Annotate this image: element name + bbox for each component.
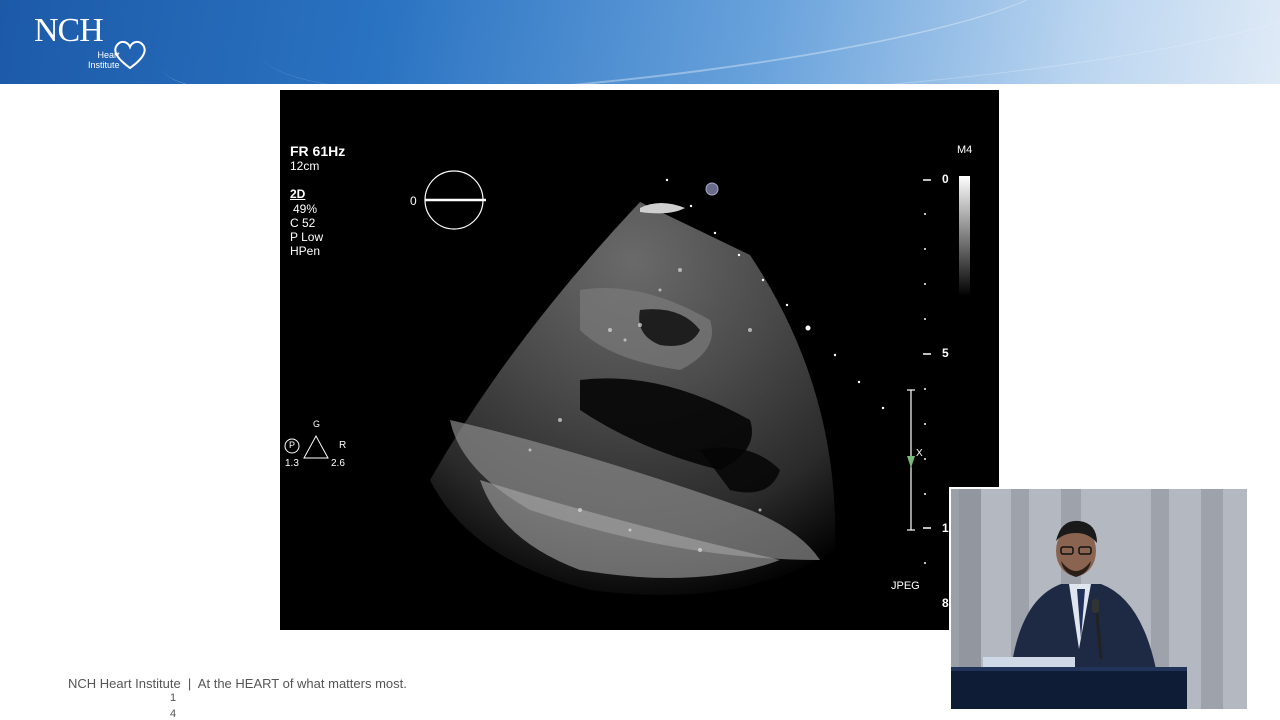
header-banner: NCH Heart Institute	[0, 0, 1280, 84]
probe-label: M4	[957, 144, 973, 156]
logo-text: NCH	[34, 12, 104, 49]
power-label: P Low	[290, 230, 324, 244]
nch-logo: NCH Heart Institute	[30, 12, 160, 74]
speaker-scene	[951, 489, 1247, 709]
probe-marker-icon	[705, 182, 719, 196]
orientation-icon	[303, 434, 329, 459]
grayscale-bar	[959, 176, 970, 296]
depth-label: 12cm	[290, 159, 320, 173]
scale-5: 5	[942, 346, 949, 360]
page-number-line1: 1	[170, 692, 177, 704]
speaker-video	[949, 487, 1249, 711]
orientation-top: G	[313, 419, 321, 429]
page-number-line2: 4	[170, 708, 177, 720]
microphone-icon	[1092, 599, 1099, 613]
scale-1: 1	[942, 521, 949, 535]
banner-swoosh-2	[256, 0, 1280, 84]
orientation-p: P	[289, 440, 296, 450]
logo-sub-heart: Heart	[97, 50, 120, 60]
focus-marker-icon	[907, 456, 915, 468]
orientation-left: 1.3	[285, 458, 299, 469]
orientation-right: 2.6	[331, 458, 345, 469]
angle-value: 0	[410, 194, 417, 208]
footer-tagline: NCH Heart Institute | At the HEART of wh…	[68, 676, 407, 691]
orientation-r: R	[339, 440, 347, 451]
echocardiogram-image: FR 61Hz 12cm 2D 49% C 52 P Low HPen 0 M4…	[280, 90, 999, 630]
format-label: JPEG	[891, 580, 920, 592]
harmonic-label: HPen	[290, 244, 321, 258]
ultrasound-sector	[284, 170, 970, 595]
gain-label: 49%	[293, 202, 318, 216]
scale-8: 8	[942, 596, 949, 610]
logo-subtitle: Heart Institute	[88, 50, 120, 70]
focus-x-label: X	[916, 448, 923, 459]
podium	[951, 667, 1187, 709]
scale-0: 0	[942, 172, 949, 186]
frame-rate: FR 61Hz	[290, 143, 346, 159]
compression-label: C 52	[290, 216, 316, 230]
mode-label: 2D	[290, 187, 306, 201]
logo-sub-institute: Institute	[88, 60, 120, 70]
